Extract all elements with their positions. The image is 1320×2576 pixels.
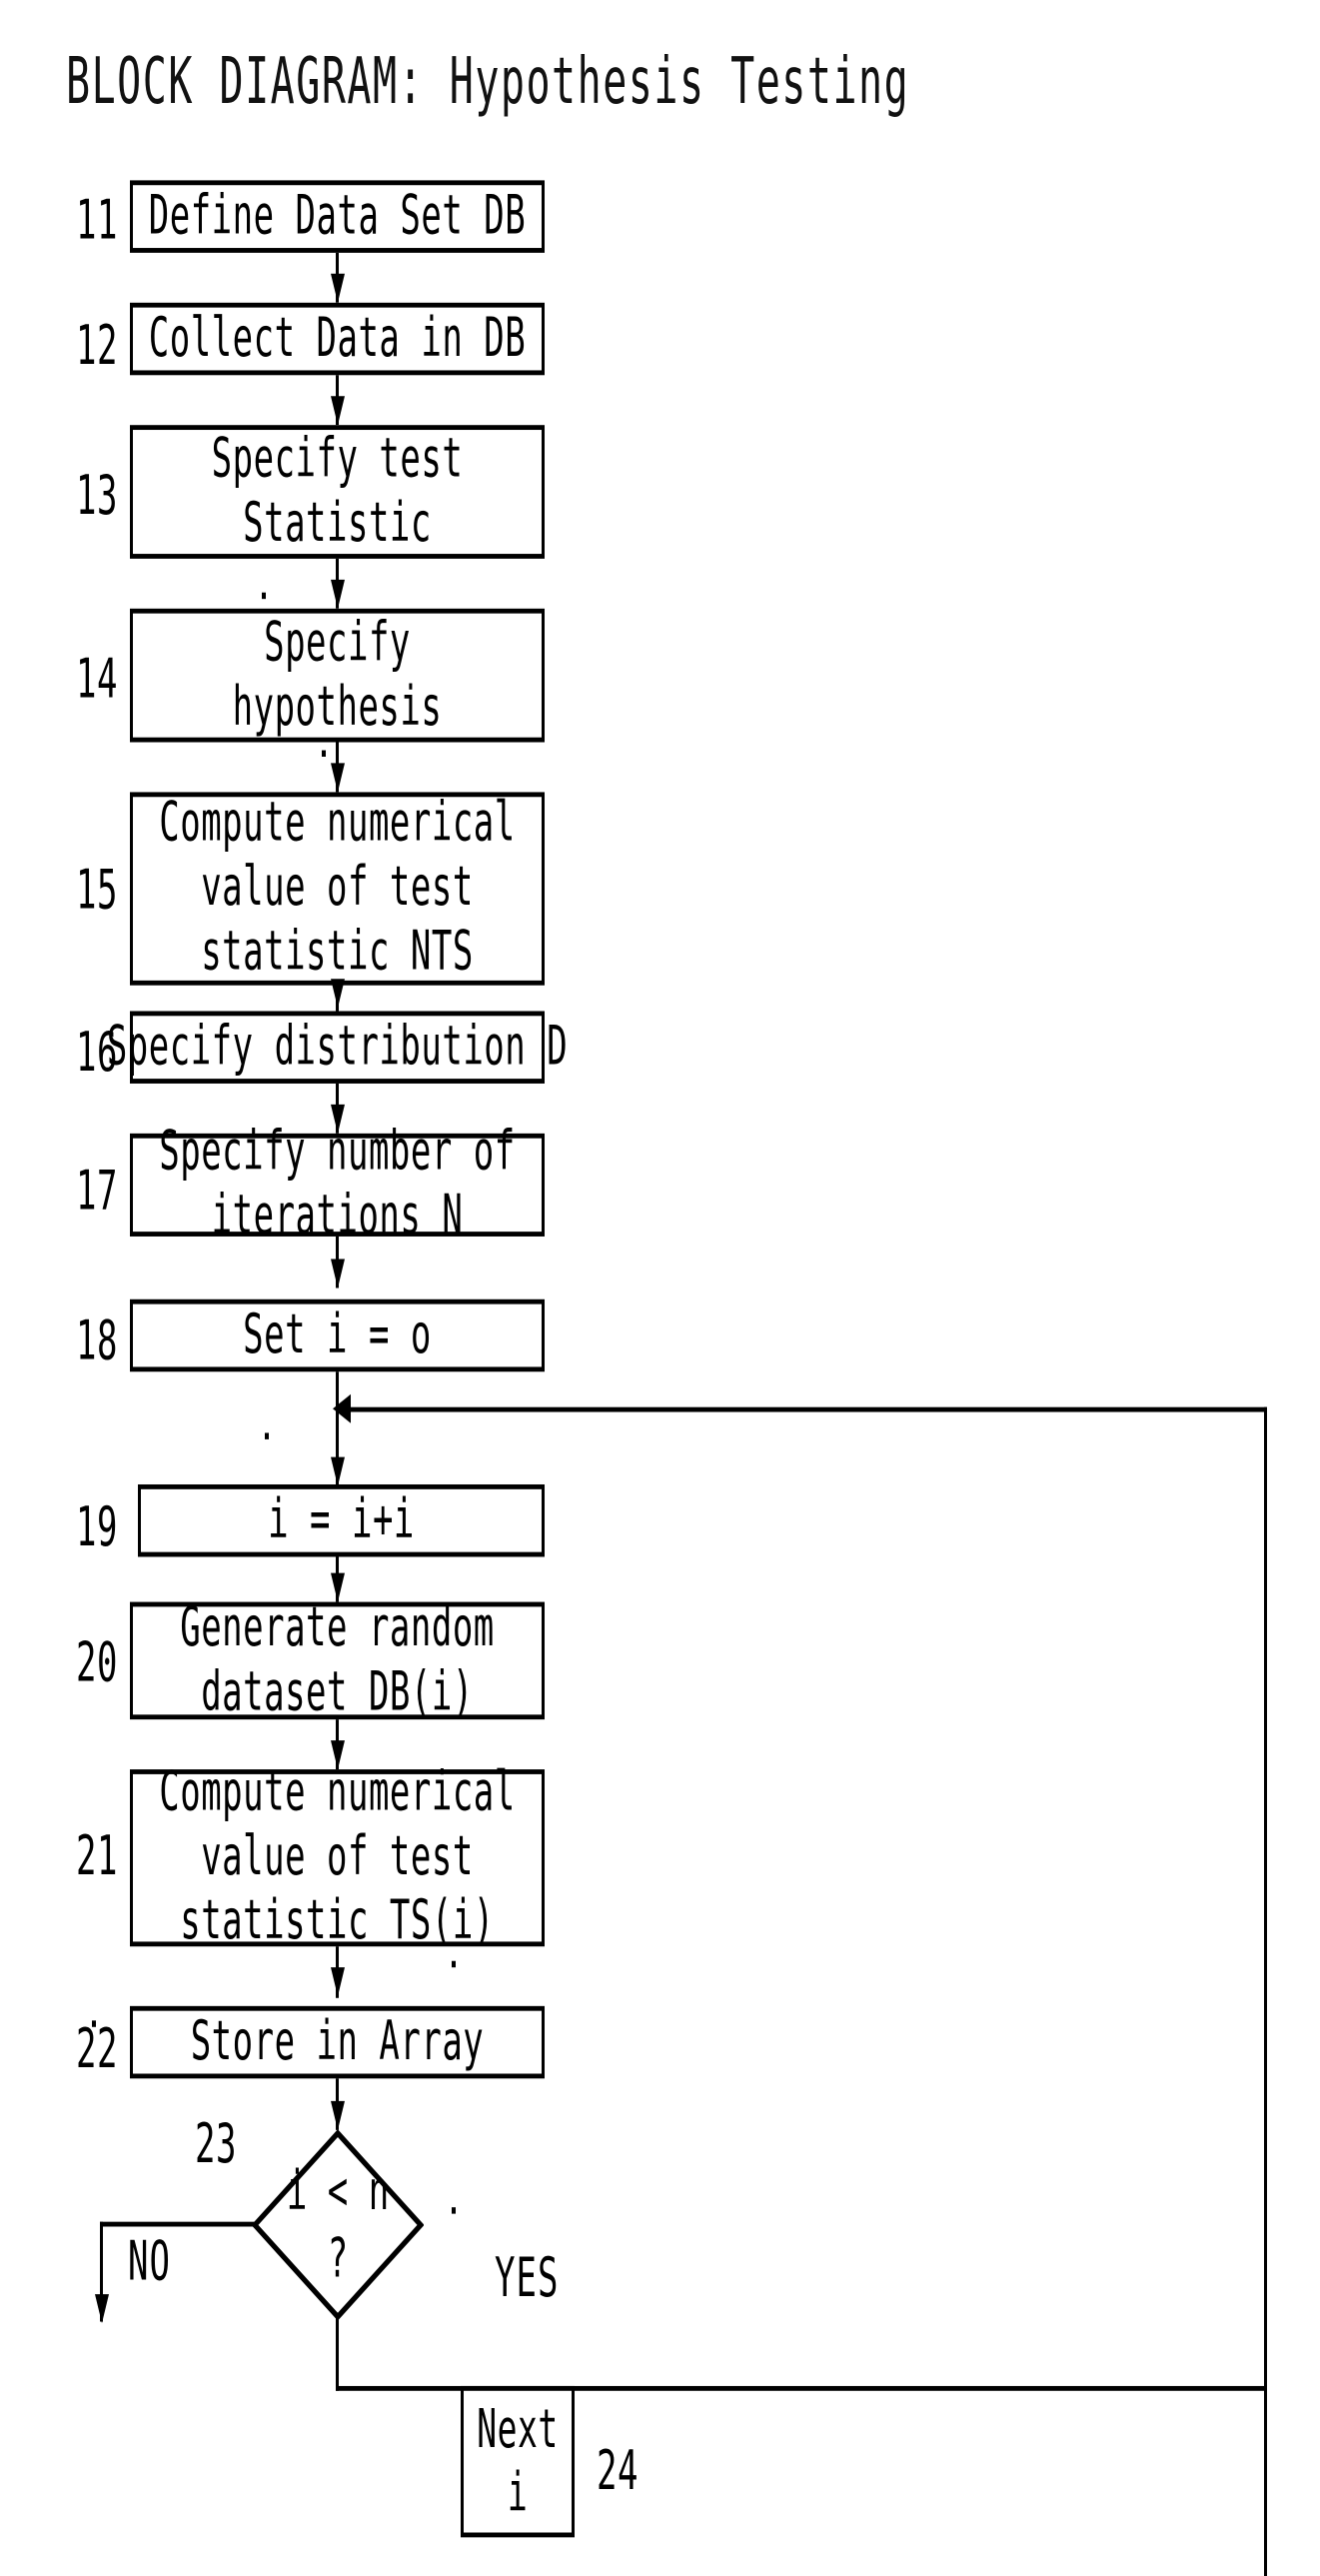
ref-number-20: 20	[76, 1630, 118, 1695]
loop-return-horizontal	[338, 1406, 1267, 1412]
box-17-line-1: Specify number of	[159, 1119, 516, 1185]
ref-number-11: 11	[76, 188, 118, 253]
block-diagram-page: BLOCK DIAGRAM: Hypothesis Testing 11 Def…	[0, 0, 1320, 2576]
process-box-14[interactable]: Specify hypothesis	[130, 608, 545, 743]
ref-number-22: 22	[76, 2017, 118, 2082]
box-21-line-3: statistic TS(i)	[180, 1888, 495, 1953]
no-branch-horizontal	[100, 2221, 255, 2227]
box-20-line-1: Generate random	[180, 1594, 495, 1660]
arrow-14-15	[331, 763, 345, 793]
process-box-12[interactable]: Collect Data in DB	[130, 302, 545, 376]
scan-speck-2	[322, 750, 326, 757]
yes-branch-vertical	[336, 2318, 339, 2391]
box-24-line-1: Next	[477, 2397, 559, 2461]
box-20-line-2: dataset DB(i)	[201, 1658, 474, 1724]
ref-number-14: 14	[76, 647, 118, 712]
box-21-line-2: value of test	[201, 1824, 474, 1889]
loop-return-vertical	[1264, 1406, 1267, 2576]
process-box-11[interactable]: Define Data Set DB	[130, 180, 545, 253]
arrow-22-23	[331, 2100, 345, 2130]
process-box-22[interactable]: Store in Array	[130, 2005, 545, 2079]
scan-speck-6	[452, 2207, 456, 2214]
box-18-line-1: Set i = o	[243, 1301, 432, 1366]
box-13-line-1: Specify test	[211, 426, 464, 491]
box-14-line-2: hypothesis	[232, 674, 443, 739]
arrow-11-12	[331, 273, 345, 303]
arrow-no-branch	[95, 2294, 109, 2324]
box-12-line-1: Collect Data in DB	[148, 305, 527, 370]
box-16-line-1: Specify distribution D	[106, 1014, 569, 1079]
process-box-24[interactable]: Next i	[461, 2385, 575, 2538]
box-22-line-1: Store in Array	[190, 2008, 485, 2073]
box-24-line-2: i	[507, 2460, 529, 2523]
scan-speck-3	[265, 1432, 269, 1439]
box-14-line-1: Specify	[264, 609, 411, 675]
ref-number-15: 15	[76, 858, 118, 923]
process-box-13[interactable]: Specify test Statistic	[130, 425, 545, 559]
process-box-18[interactable]: Set i = o	[130, 1298, 545, 1372]
ref-number-23: 23	[195, 2112, 237, 2177]
box-15-line-2: value of test	[201, 855, 474, 920]
arrow-21-22	[331, 1967, 345, 1997]
ref-number-13: 13	[76, 463, 118, 529]
process-box-20[interactable]: Generate random dataset DB(i)	[130, 1595, 545, 1723]
process-box-19[interactable]: i = i+i	[138, 1483, 545, 1557]
yes-label: YES	[495, 2245, 560, 2311]
arrow-13-14	[331, 579, 345, 609]
scan-speck-4	[452, 1960, 456, 1968]
arrow-17-18	[331, 1259, 345, 1288]
ref-number-12: 12	[76, 314, 118, 379]
page-title: BLOCK DIAGRAM: Hypothesis Testing	[66, 45, 910, 120]
process-box-21[interactable]: Compute numerical value of test statisti…	[130, 1760, 545, 1952]
scan-speck-5	[92, 2020, 96, 2027]
box-11-line-1: Define Data Set DB	[148, 183, 527, 248]
box-19-line-1: i = i+i	[268, 1486, 415, 1552]
ref-number-19: 19	[76, 1495, 118, 1560]
ref-number-24: 24	[597, 2439, 639, 2504]
box-15-line-1: Compute numerical	[159, 791, 516, 856]
ref-number-17: 17	[76, 1159, 118, 1225]
scan-speck	[262, 592, 266, 600]
decision-diamond-23[interactable]: i < n ?	[252, 2128, 424, 2321]
arrow-12-13	[331, 396, 345, 426]
process-box-16[interactable]: Specify distribution D	[107, 1011, 568, 1084]
box-21-line-1: Compute numerical	[159, 1759, 516, 1825]
no-label: NO	[128, 2229, 171, 2295]
ref-number-21: 21	[76, 1823, 118, 1889]
arrow-18-19	[331, 1456, 345, 1486]
arrow-15-16	[331, 979, 345, 1009]
ref-number-18: 18	[76, 1308, 118, 1373]
process-box-15[interactable]: Compute numerical value of test statisti…	[130, 791, 545, 986]
box-13-line-2: Statistic	[243, 490, 432, 555]
process-box-17[interactable]: Specify number of iterations N	[130, 1120, 545, 1248]
box-15-line-3: statistic NTS	[201, 919, 474, 984]
